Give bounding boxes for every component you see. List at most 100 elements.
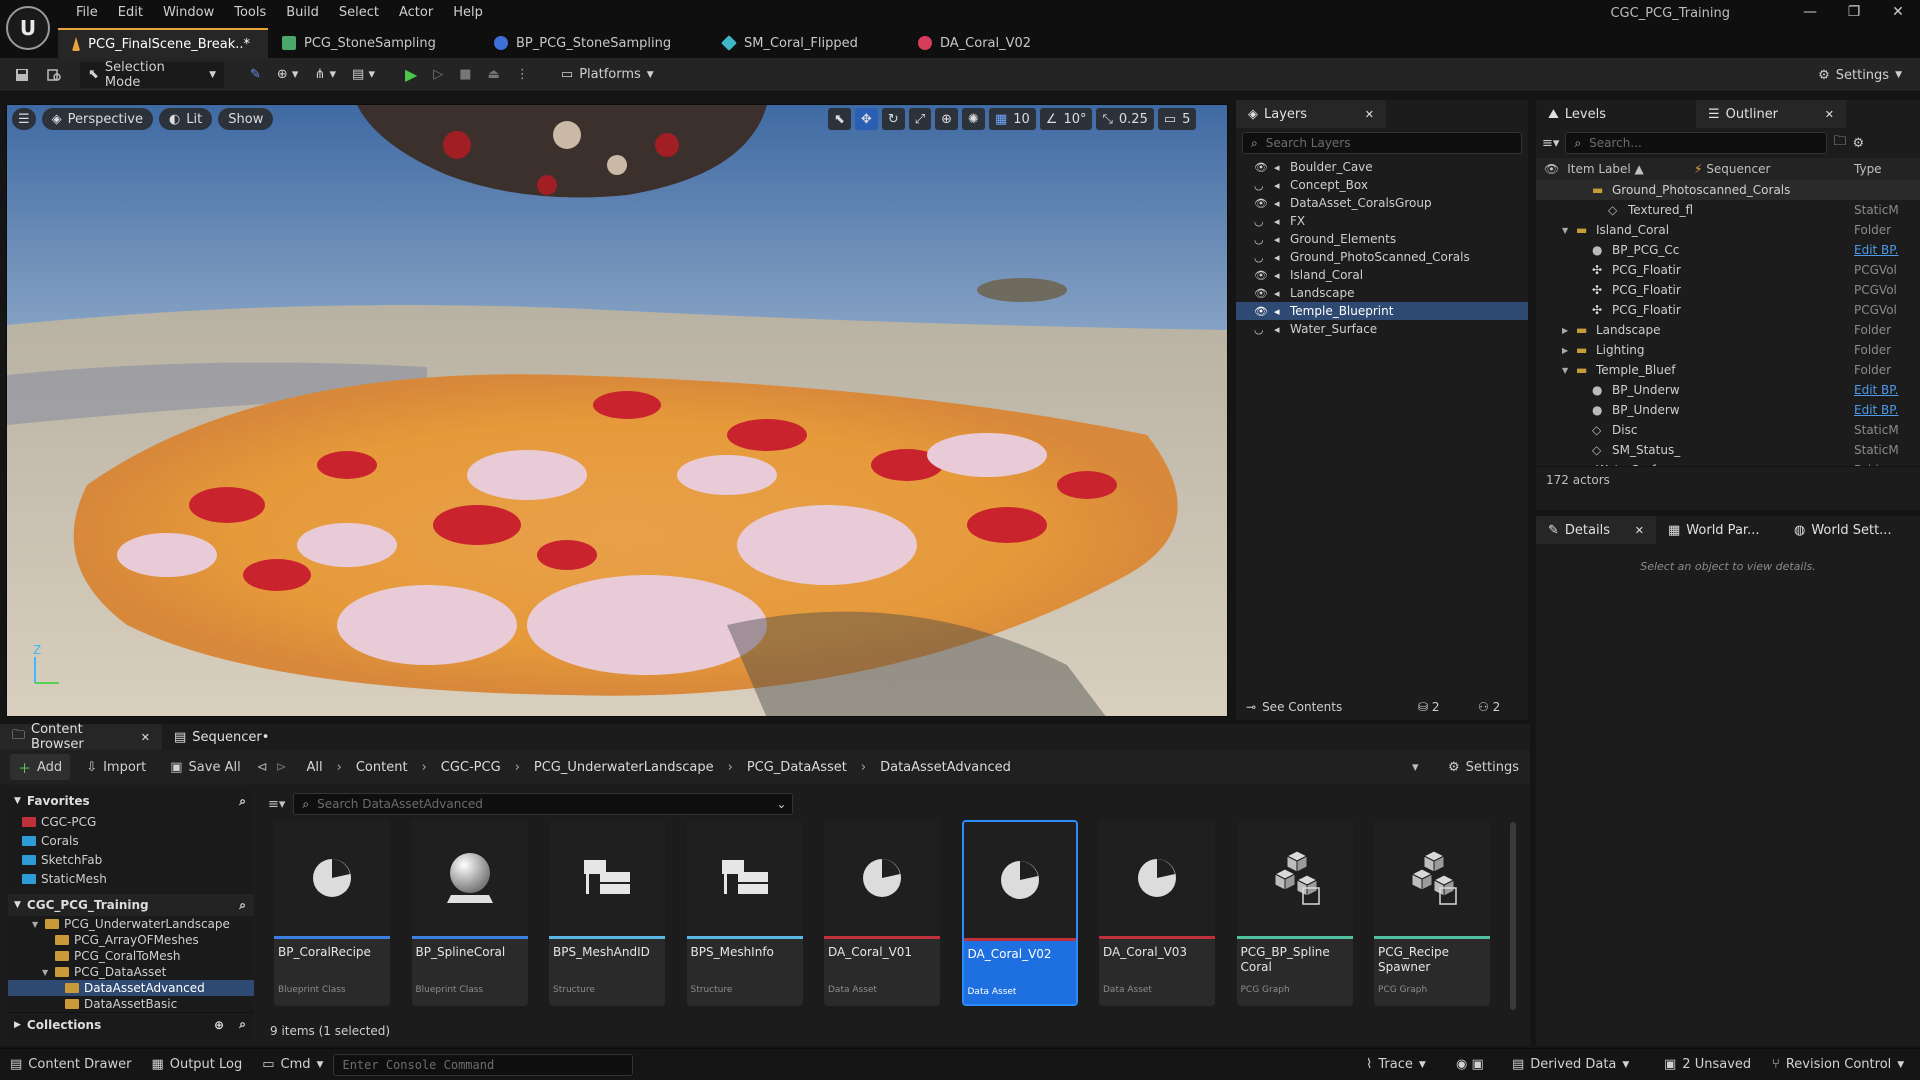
- outliner-search-input[interactable]: ⌕ Search...: [1565, 132, 1828, 154]
- search-icon[interactable]: ⌕: [239, 898, 246, 913]
- breadcrumb-item[interactable]: PCG_DataAsset: [747, 760, 847, 775]
- asset-tile[interactable]: BP_CoralRecipe Blueprint Class: [274, 820, 390, 1006]
- outliner-row[interactable]: ● BP_Underw Edit BP.: [1536, 380, 1920, 400]
- gear-icon[interactable]: ⚙: [1852, 136, 1864, 151]
- folder-tree-item[interactable]: PCG_ArrayOFMeshes: [8, 932, 254, 948]
- chevron-down-icon[interactable]: ▼: [42, 968, 50, 977]
- rotation-snap-button[interactable]: ∠ 10°: [1039, 108, 1093, 130]
- favorite-folder[interactable]: StaticMesh: [22, 869, 254, 888]
- close-icon[interactable]: ✕: [141, 731, 150, 744]
- menu-select[interactable]: Select: [329, 5, 389, 20]
- project-header[interactable]: ▼ CGC_PCG_Training ⌕: [8, 894, 254, 916]
- chevron-down-icon[interactable]: ▼: [32, 920, 40, 929]
- folder-tree-item[interactable]: DataAssetBasic: [8, 996, 254, 1012]
- close-icon[interactable]: ✕: [1876, 4, 1920, 20]
- menu-window[interactable]: Window: [153, 5, 224, 20]
- menu-actor[interactable]: Actor: [389, 5, 443, 20]
- modeling-icon[interactable]: ✎: [242, 62, 269, 88]
- derived-data-button[interactable]: ▤ Derived Data ▼: [1502, 1049, 1639, 1080]
- settings-button[interactable]: ⚙ Settings ▼: [1810, 62, 1910, 88]
- collections-header[interactable]: ▶ Collections ⊕ ⌕: [8, 1012, 254, 1036]
- layer-row[interactable]: 👁 ◂ Boulder_Cave: [1236, 158, 1528, 176]
- cinematics-icon[interactable]: ▤ ▾: [344, 62, 383, 88]
- outliner-row[interactable]: ▬ Ground_Photoscanned_Corals: [1536, 180, 1920, 200]
- asset-tile[interactable]: BPS_MeshAndID Structure: [549, 820, 665, 1006]
- menu-file[interactable]: File: [66, 5, 108, 20]
- outliner-row[interactable]: ● BP_PCG_Cc Edit BP.: [1536, 240, 1920, 260]
- visibility-icon[interactable]: 👁: [1254, 287, 1274, 300]
- search-icon[interactable]: ⌕: [239, 1017, 246, 1032]
- trace-dropdown[interactable]: ⌇ Trace ▼: [1356, 1049, 1436, 1080]
- asset-scrollbar[interactable]: [1510, 822, 1516, 1010]
- doc-tab-da-coral-v02[interactable]: DA_Coral_V02: [904, 28, 1054, 58]
- asset-tile[interactable]: DA_Coral_V02 Data Asset: [961, 820, 1078, 1006]
- layer-row[interactable]: 👁 ◂ DataAsset_CoralsGroup: [1236, 194, 1528, 212]
- asset-tile[interactable]: DA_Coral_V03 Data Asset: [1099, 820, 1215, 1006]
- step-icon[interactable]: ▷: [425, 62, 451, 88]
- save-all-button[interactable]: ▣ Save All: [162, 754, 248, 780]
- play-icon[interactable]: ▶: [397, 62, 425, 88]
- camera-speed-button[interactable]: ▭ 5: [1157, 108, 1197, 130]
- viewport-menu-button[interactable]: ☰: [12, 108, 36, 130]
- layer-row[interactable]: ◡ ◂ Water_Surface: [1236, 320, 1528, 338]
- asset-tile[interactable]: BP_SplineCoral Blueprint Class: [411, 820, 528, 1006]
- select-tool-icon[interactable]: ⬉: [828, 108, 851, 130]
- scale-tool-icon[interactable]: ⤢: [908, 108, 932, 130]
- doc-tab-stone-sampling[interactable]: PCG_StoneSampling: [268, 28, 480, 58]
- perspective-button[interactable]: ◈ Perspective: [41, 108, 153, 130]
- layer-row[interactable]: 👁 ◂ Temple_Blueprint: [1236, 302, 1528, 320]
- outliner-row[interactable]: ✣ PCG_Floatir PCGVol: [1536, 260, 1920, 280]
- visibility-icon[interactable]: ◡: [1254, 233, 1274, 246]
- tab-world-partition[interactable]: ▦ World Par...: [1656, 516, 1782, 544]
- breadcrumb-item[interactable]: Content: [356, 760, 408, 775]
- stop-icon[interactable]: ■: [451, 62, 479, 88]
- unreal-logo-icon[interactable]: U: [6, 6, 50, 50]
- breadcrumb-item[interactable]: DataAssetAdvanced: [880, 760, 1011, 775]
- tab-sequencer[interactable]: ▤ Sequencer•: [162, 724, 282, 750]
- asset-tile[interactable]: PCG_Recipe Spawner PCG Graph: [1374, 820, 1490, 1006]
- chevron-right-icon[interactable]: ▶: [1562, 326, 1568, 335]
- chevron-down-icon[interactable]: ▼: [1562, 366, 1568, 375]
- world-space-icon[interactable]: ⊕: [935, 108, 959, 130]
- chevron-right-icon[interactable]: ▶: [1562, 466, 1568, 467]
- layer-row[interactable]: ◡ ◂ FX: [1236, 212, 1528, 230]
- outliner-row[interactable]: ✣ PCG_Floatir PCGVol: [1536, 280, 1920, 300]
- doc-tab-sm-coral-flipped[interactable]: SM_Coral_Flipped: [708, 28, 904, 58]
- layer-row[interactable]: 👁 ◂ Island_Coral: [1236, 266, 1528, 284]
- visibility-icon[interactable]: 👁: [1254, 305, 1274, 318]
- layer-row[interactable]: ◡ ◂ Ground_Elements: [1236, 230, 1528, 248]
- col-type[interactable]: Type: [1854, 162, 1882, 176]
- close-icon[interactable]: ✕: [1365, 108, 1374, 121]
- outliner-row[interactable]: ✣ PCG_Floatir PCGVol: [1536, 300, 1920, 320]
- save-icon[interactable]: [6, 62, 38, 88]
- outliner-item-type[interactable]: Edit BP.: [1854, 403, 1898, 417]
- outliner-row[interactable]: ▶ ▬ Landscape Folder: [1536, 320, 1920, 340]
- asset-tile[interactable]: DA_Coral_V01 Data Asset: [824, 820, 940, 1006]
- chevron-right-icon[interactable]: ▶: [1562, 346, 1568, 355]
- asset-tile[interactable]: BPS_MeshInfo Structure: [686, 820, 803, 1006]
- layer-row[interactable]: ◡ ◂ Concept_Box: [1236, 176, 1528, 194]
- play-options-icon[interactable]: ⋮: [508, 62, 537, 88]
- tab-world-settings[interactable]: ◍ World Sett...: [1782, 516, 1912, 544]
- console-input[interactable]: Enter Console Command: [333, 1053, 634, 1076]
- output-log-button[interactable]: ▦ Output Log: [141, 1049, 252, 1080]
- folder-tree-item[interactable]: DataAssetAdvanced: [8, 980, 254, 996]
- doc-tab-final-scene[interactable]: PCG_FinalScene_Break..*: [58, 28, 268, 58]
- add-collection-icon[interactable]: ⊕: [214, 1018, 224, 1032]
- add-actor-icon[interactable]: ⊕ ▾: [269, 62, 307, 88]
- favorite-folder[interactable]: Corals: [22, 831, 254, 850]
- back-icon[interactable]: ⊲: [257, 760, 268, 775]
- outliner-row[interactable]: ◇ Textured_fl StaticM: [1536, 200, 1920, 220]
- add-button[interactable]: ＋ Add: [10, 754, 71, 780]
- outliner-item-type[interactable]: Edit BP.: [1854, 383, 1898, 397]
- folder-tree-item[interactable]: PCG_CoralToMesh: [8, 948, 254, 964]
- folder-tree-item[interactable]: ▼ PCG_DataAsset: [8, 964, 254, 980]
- platforms-button[interactable]: ▭ Platforms ▼: [553, 62, 662, 88]
- add-folder-icon[interactable]: 🗀: [1833, 132, 1846, 154]
- blueprint-menu-icon[interactable]: ⋔ ▾: [306, 62, 344, 88]
- forward-icon[interactable]: ⊳: [276, 760, 287, 775]
- breadcrumb-item[interactable]: PCG_UnderwaterLandscape: [534, 760, 714, 775]
- outliner-row[interactable]: ▼ ▬ Island_Coral Folder: [1536, 220, 1920, 240]
- layers-tab[interactable]: ◈ Layers ✕: [1236, 100, 1386, 128]
- favorite-folder[interactable]: SketchFab: [22, 850, 254, 869]
